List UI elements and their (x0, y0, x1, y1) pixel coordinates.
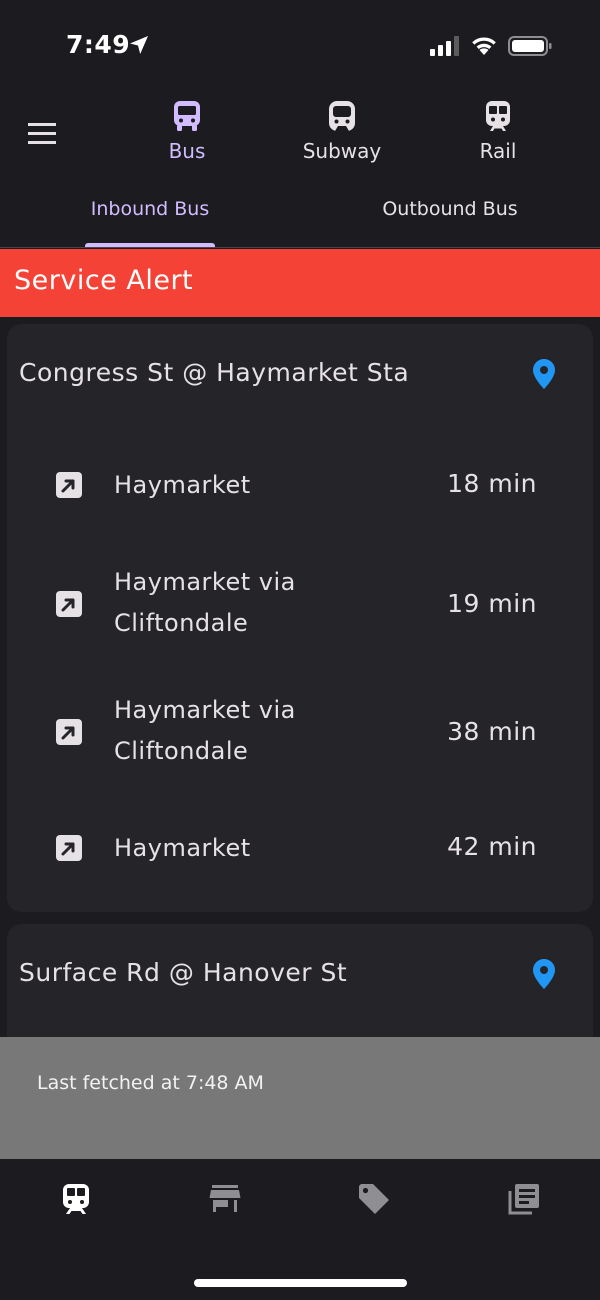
tag-icon[interactable] (354, 1179, 394, 1219)
tab-rail[interactable]: Rail (438, 96, 558, 176)
tab-bus-label: Bus (168, 139, 206, 163)
location-pin-icon[interactable] (531, 958, 557, 990)
route-destination-line2: Cliftondale (114, 737, 249, 765)
route-destination: Haymarket (114, 834, 251, 862)
route-destination-line1: Haymarket via (114, 568, 296, 596)
location-arrow-icon (130, 36, 148, 54)
subway-icon (329, 101, 355, 131)
last-fetched-snackbar: Last fetched at 7:48 AM (0, 1037, 600, 1159)
tab-subway[interactable]: Subway (282, 96, 402, 176)
service-alert-banner[interactable]: Service Alert (0, 249, 600, 317)
wifi-icon (472, 37, 496, 55)
tab-outbound-bus-label: Outbound Bus (382, 198, 518, 220)
route-row[interactable]: Haymarket via Cliftondale 19 min (7, 559, 593, 649)
service-alert-label: Service Alert (14, 265, 194, 296)
tab-outbound-bus[interactable]: Outbound Bus (300, 190, 600, 246)
route-eta: 19 min (447, 589, 537, 618)
tab-divider (0, 247, 600, 248)
tab-inbound-bus[interactable]: Inbound Bus (0, 190, 300, 246)
route-destination-line2: Cliftondale (114, 609, 249, 637)
route-direction-arrow-icon (56, 719, 82, 745)
stop-name: Surface Rd @ Hanover St (19, 958, 348, 987)
location-pin-icon[interactable] (531, 358, 557, 390)
battery-icon (508, 36, 552, 56)
route-direction-arrow-icon (56, 472, 82, 498)
train-icon (486, 101, 510, 131)
bus-icon[interactable] (56, 1179, 96, 1219)
bus-icon (174, 101, 200, 131)
tab-rail-label: Rail (479, 139, 517, 163)
route-direction-arrow-icon (56, 835, 82, 861)
route-eta: 42 min (447, 832, 537, 861)
status-bar: 7:49 (0, 0, 600, 90)
stop-card: Congress St @ Haymarket Sta Haymarket 18… (7, 324, 593, 912)
route-destination-line1: Haymarket via (114, 696, 296, 724)
tab-inbound-bus-label: Inbound Bus (90, 198, 210, 220)
tab-subway-label: Subway (302, 139, 382, 163)
stop-name: Congress St @ Haymarket Sta (19, 358, 410, 387)
cellular-signal-icon (430, 36, 459, 56)
hamburger-menu-icon[interactable] (24, 116, 64, 152)
route-row[interactable]: Haymarket 18 min (7, 449, 593, 524)
news-icon[interactable] (504, 1179, 544, 1219)
route-row[interactable]: Haymarket via Cliftondale 38 min (7, 687, 593, 777)
route-eta: 18 min (447, 469, 537, 498)
status-time: 7:49 (66, 30, 131, 59)
home-indicator (194, 1279, 407, 1287)
route-eta: 38 min (447, 717, 537, 746)
route-direction-arrow-icon (56, 591, 82, 617)
last-fetched-text: Last fetched at 7:48 AM (37, 1072, 264, 1094)
tab-bus[interactable]: Bus (127, 96, 247, 176)
store-icon[interactable] (205, 1179, 245, 1219)
route-destination: Haymarket (114, 471, 251, 499)
route-row[interactable]: Haymarket 42 min (7, 812, 593, 887)
